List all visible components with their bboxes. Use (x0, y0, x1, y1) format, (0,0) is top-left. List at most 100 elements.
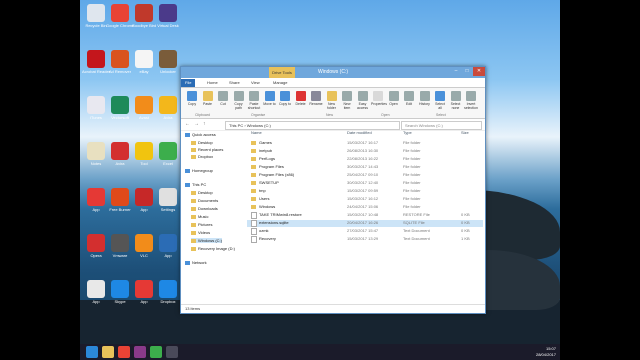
ribbon-button[interactable]: Copy (185, 91, 199, 106)
nav-item-icon (191, 222, 196, 227)
ribbon-button[interactable]: Select all (433, 91, 447, 110)
back-icon[interactable]: ← (185, 121, 190, 127)
minimize-icon[interactable]: – (451, 67, 461, 76)
nav-item[interactable]: Downloads (191, 206, 218, 211)
ribbon-button[interactable]: History (418, 91, 432, 106)
file-row[interactable]: SWSETUP 30/03/2017 12:40 File folder (247, 180, 483, 187)
column-header[interactable]: Name (251, 130, 262, 135)
file-row[interactable]: Windows 24/04/2017 15:06 File folder (247, 204, 483, 211)
ribbon-button[interactable]: Copy to (278, 91, 292, 106)
ribbon-button[interactable]: Paste (201, 91, 215, 106)
file-row[interactable]: inetpub 26/08/2013 16:30 File folder (247, 148, 483, 155)
chrome-icon[interactable] (118, 346, 130, 358)
nav-item-icon (185, 182, 190, 187)
ribbon-button[interactable]: New folder (325, 91, 339, 110)
maximize-icon[interactable]: □ (462, 67, 472, 76)
nav-item-label: Dropbox (198, 154, 214, 159)
nav-item[interactable]: Music (191, 214, 208, 219)
desktop-icon-label: Virtual Desk (157, 23, 179, 28)
nav-item[interactable]: Windows (C:) (191, 238, 223, 243)
nav-item-label: Downloads (198, 206, 218, 211)
desktop-icon-label: Unlocker (160, 69, 176, 74)
forward-icon[interactable]: → (194, 121, 199, 127)
app-icon[interactable] (150, 346, 162, 358)
app-icon (159, 142, 177, 160)
file-row[interactable]: extensions.sqlite 20/04/2017 16:26 SQLITE … (247, 220, 483, 227)
app-icon (111, 50, 129, 68)
ribbon-button[interactable]: Copy path (232, 91, 246, 110)
file-row[interactable]: PerfLogs 22/08/2013 16:22 File folder (247, 156, 483, 163)
ribbon-button[interactable]: Easy access (356, 91, 370, 110)
desktop-icon-label: Excel (163, 161, 173, 166)
clock[interactable]: 15:07 28/04/2017 (536, 346, 556, 358)
app-icon (135, 142, 153, 160)
nav-item[interactable]: Recent places (191, 147, 223, 152)
ribbon-button[interactable]: Edit (402, 91, 416, 106)
nav-item-label: Music (198, 214, 209, 219)
nav-item[interactable]: Recovery Image (D:) (191, 246, 235, 251)
ribbon-button[interactable]: Rename (309, 91, 323, 106)
file-name: inetpub (259, 148, 273, 153)
app-icon (135, 234, 153, 252)
file-row[interactable]: Recovery 15/03/2017 13:29 Text Document 1 K… (247, 236, 483, 243)
app-icon (135, 96, 153, 114)
ribbon-button[interactable]: Properties (371, 91, 387, 106)
column-header[interactable]: Date modified (347, 130, 372, 135)
clock-date: 28/04/2017 (535, 352, 556, 357)
file-row[interactable]: tmp 15/03/2017 09:59 File folder (247, 188, 483, 195)
file-date: 27/03/2017 15:47 (347, 228, 379, 233)
tab-manage[interactable]: Manage (269, 79, 291, 87)
desktop-icon[interactable]: Dropbox (154, 280, 182, 304)
file-row[interactable]: TAKE TRIMwin8.restore 15/03/2017 10:48 RES… (247, 212, 483, 219)
ribbon-button[interactable]: Move to (263, 91, 277, 106)
file-explorer-icon[interactable] (102, 346, 114, 358)
desktop-icon[interactable]: Avira (154, 96, 182, 120)
column-header[interactable]: Size (461, 130, 469, 135)
tab-view[interactable]: View (247, 79, 264, 87)
file-type: File folder (403, 180, 421, 185)
nav-item[interactable]: Pictures (191, 222, 212, 227)
file-row[interactable]: Games 15/03/2017 16:17 File folder (247, 140, 483, 147)
file-row[interactable]: ozmk 27/03/2017 15:47 Text Document 0 KB (247, 228, 483, 235)
ribbon-button[interactable]: Select none (449, 91, 463, 110)
file-row[interactable]: Program Files 30/03/2017 14:43 File folder (247, 164, 483, 171)
nav-item[interactable]: Quick access (185, 132, 216, 137)
column-header[interactable]: Type (403, 130, 412, 135)
desktop-icon[interactable]: App (154, 234, 182, 258)
desktop-icon[interactable]: Unlocker (154, 50, 182, 74)
file-type: File folder (403, 156, 421, 161)
file-row[interactable]: Users 15/03/2017 16:12 File folder (247, 196, 483, 203)
tab-file[interactable]: File (181, 79, 196, 87)
tab-share[interactable]: Share (225, 79, 244, 87)
desktop-icon[interactable]: Virtual Desk (154, 4, 182, 28)
app-icon (159, 234, 177, 252)
ribbon-button[interactable]: New item (340, 91, 354, 110)
ribbon-button-label: Paste (203, 102, 212, 106)
ribbon-button[interactable]: Invert selection (464, 91, 478, 110)
nav-item[interactable]: Videos (191, 230, 210, 235)
app-icon (111, 142, 129, 160)
file-explorer-window: Drive Tools Windows (C:) – □ ✕ File Home S… (180, 66, 486, 314)
ribbon-button[interactable]: Delete (294, 91, 308, 106)
close-icon[interactable]: ✕ (473, 67, 485, 76)
start-button-icon[interactable] (86, 346, 98, 358)
desktop-icon[interactable]: Excel (154, 142, 182, 166)
ribbon-button[interactable]: Cut (216, 91, 230, 106)
ribbon-button[interactable]: Paste shortcut (247, 91, 261, 110)
media-icon[interactable] (134, 346, 146, 358)
nav-item[interactable]: Desktop (191, 140, 213, 145)
nav-item-label: Quick access (192, 132, 216, 137)
file-size: 0 KB (461, 212, 470, 217)
nav-item[interactable]: This PC (185, 182, 206, 187)
explorer-active-icon[interactable] (166, 346, 178, 358)
up-icon[interactable]: ↑ (203, 121, 206, 127)
file-row[interactable]: Program Files (x86) 25/04/2017 09:10 File … (247, 172, 483, 179)
nav-item[interactable]: Desktop (191, 190, 213, 195)
nav-item[interactable]: Homegroup (185, 168, 213, 173)
nav-item[interactable]: Dropbox (191, 154, 213, 159)
desktop-icon[interactable]: Settings (154, 188, 182, 212)
tab-home[interactable]: Home (203, 79, 222, 87)
nav-item[interactable]: Network (185, 260, 207, 265)
nav-item[interactable]: Documents (191, 198, 218, 203)
ribbon-button[interactable]: Open (387, 91, 401, 106)
